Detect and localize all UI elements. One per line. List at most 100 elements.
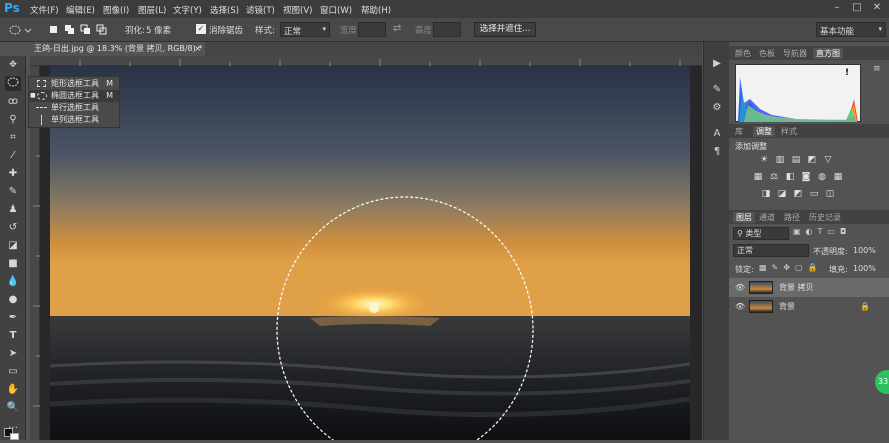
eyedropper-tool-icon[interactable]: ⁄ [5, 148, 21, 163]
maximize-button[interactable]: □ [850, 2, 864, 16]
posterize-icon[interactable]: ◪ [777, 189, 787, 199]
history-brush-tool-icon[interactable]: ↺ [5, 220, 21, 235]
color-balance-icon[interactable]: ⚖ [769, 172, 779, 182]
style-select[interactable]: 正常 ▾ [280, 22, 330, 37]
rect-marquee-item[interactable]: 矩形选框工具 M [29, 78, 119, 90]
shape-tool-icon[interactable]: ▭ [5, 364, 21, 379]
minimize-button[interactable]: – [830, 2, 844, 16]
menu-filter[interactable]: 滤镜(T) [246, 4, 275, 16]
tab-paths[interactable]: 路径 [784, 212, 800, 223]
tab-layers[interactable]: 图层 [733, 212, 755, 223]
fill-value[interactable]: 100% [853, 264, 876, 273]
visibility-eye-icon[interactable]: 👁 [735, 283, 745, 292]
tab-swatches[interactable]: 色板 [759, 48, 775, 59]
sunrise-photo [50, 66, 690, 440]
move-tool-icon[interactable]: ✥ [5, 58, 21, 73]
properties-icon[interactable]: ⚙ [710, 102, 724, 116]
clone-stamp-tool-icon[interactable]: ♟ [5, 202, 21, 217]
select-and-mask-button[interactable]: 选择并遮住... [474, 22, 536, 37]
tab-channels[interactable]: 通道 [759, 212, 775, 223]
hand-tool-icon[interactable]: ✋ [5, 382, 21, 397]
lock-icons[interactable]: ▩✎✥▢🔒 [759, 263, 822, 272]
eraser-tool-icon[interactable]: ◪ [5, 238, 21, 253]
layer-row[interactable]: 👁 背景 🔒 [729, 297, 889, 316]
workspace-select[interactable]: 基本功能 ▾ [816, 22, 886, 37]
visibility-eye-icon[interactable]: 👁 [735, 302, 745, 311]
tab-adjustments[interactable]: 调整 [753, 126, 775, 137]
close-window-button[interactable]: ✕ [870, 2, 884, 16]
menu-image[interactable]: 图像(I) [103, 4, 129, 16]
single-col-icon [41, 115, 42, 125]
blend-mode-select[interactable]: 正常 [733, 244, 809, 257]
curves-icon[interactable]: ▤ [791, 155, 801, 165]
brush-preset-icon[interactable]: ✎ [710, 84, 724, 98]
single-row-marquee-item[interactable]: 单行选框工具 [29, 102, 119, 114]
menu-edit[interactable]: 编辑(E) [66, 4, 95, 16]
menu-view[interactable]: 视图(V) [283, 4, 312, 16]
floating-badge[interactable]: 33 [875, 370, 889, 394]
gradient-tool-icon[interactable]: ■ [5, 256, 21, 271]
paragraph-icon[interactable]: ¶ [710, 146, 724, 160]
gradient-map-icon[interactable]: ▭ [809, 189, 819, 199]
blur-tool-icon[interactable]: 💧 [5, 274, 21, 289]
elliptical-marquee-preset-icon[interactable] [8, 23, 32, 37]
height-input[interactable] [433, 22, 461, 37]
menu-type[interactable]: 文字(Y) [173, 4, 202, 16]
tab-libraries[interactable]: 库 [735, 126, 743, 137]
single-col-marquee-item[interactable]: 单列选框工具 [29, 114, 119, 126]
background-color-swatch[interactable] [10, 433, 19, 440]
exposure-icon[interactable]: ◩ [807, 155, 817, 165]
healing-brush-tool-icon[interactable]: ✚ [5, 166, 21, 181]
brightness-icon[interactable]: ☀ [759, 155, 769, 165]
selective-color-icon[interactable]: ◫ [825, 189, 835, 199]
document-tab[interactable]: 王鸽-日出.jpg @ 18.3% (背景 拷贝, RGB/8) * × [30, 42, 205, 56]
color-lookup-icon[interactable]: ▦ [833, 172, 843, 182]
document-image[interactable] [50, 66, 690, 440]
type-tool-icon[interactable]: T [5, 328, 21, 343]
pen-tool-icon[interactable]: ✒ [5, 310, 21, 325]
tab-history[interactable]: 历史记录 [809, 212, 841, 223]
black-white-icon[interactable]: ◧ [785, 172, 795, 182]
menu-file[interactable]: 文件(F) [30, 4, 59, 16]
tab-close-icon[interactable]: × [194, 42, 201, 56]
selection-mode-icons[interactable] [48, 23, 110, 37]
tab-color[interactable]: 颜色 [735, 48, 751, 59]
photo-filter-icon[interactable]: ◙ [801, 172, 811, 182]
brush-tool-icon[interactable]: ✎ [5, 184, 21, 199]
layer-filter-select[interactable]: ⚲ 类型 [733, 227, 789, 240]
width-input[interactable] [358, 22, 386, 37]
antialias-checkbox[interactable]: ✓ [196, 24, 206, 34]
path-selection-tool-icon[interactable]: ➤ [5, 346, 21, 361]
channel-mixer-icon[interactable]: ◍ [817, 172, 827, 182]
tab-histogram[interactable]: 直方图 [813, 48, 843, 59]
hue-saturation-icon[interactable]: ▦ [753, 172, 763, 182]
dodge-tool-icon[interactable]: ● [5, 292, 21, 307]
menu-layer[interactable]: 图层(L) [138, 4, 166, 16]
vibrance-icon[interactable]: ▽ [823, 155, 833, 165]
lasso-tool-icon[interactable]: ꝏ [5, 94, 21, 109]
zoom-tool-icon[interactable]: 🔍 [5, 400, 21, 415]
menu-window[interactable]: 窗口(W) [320, 4, 352, 16]
quick-selection-tool-icon[interactable]: ⚲ [5, 112, 21, 127]
tab-styles[interactable]: 样式 [781, 126, 797, 137]
invert-icon[interactable]: ◨ [761, 189, 771, 199]
character-icon[interactable]: A [710, 128, 724, 142]
play-icon[interactable]: ▶ [710, 58, 724, 72]
levels-icon[interactable]: ▥ [775, 155, 785, 165]
tab-navigator[interactable]: 导航器 [783, 48, 807, 59]
elliptical-marquee-tool-icon[interactable] [5, 76, 21, 91]
layer-filter-icons[interactable]: ▣◐T▭◘ [793, 227, 887, 240]
crop-tool-icon[interactable]: ⌗ [5, 130, 21, 145]
swap-icon[interactable]: ⇄ [393, 23, 401, 34]
menu-help[interactable]: 帮助(H) [361, 4, 391, 16]
panel-menu-icon[interactable]: ≡ [873, 64, 881, 74]
threshold-icon[interactable]: ◩ [793, 189, 803, 199]
opacity-value[interactable]: 100% [853, 246, 876, 255]
canvas-area[interactable] [40, 66, 702, 440]
menu-select[interactable]: 选择(S) [210, 4, 239, 16]
histogram-warning-icon[interactable]: ! [845, 68, 849, 78]
horizontal-ruler [30, 56, 702, 66]
layer-row[interactable]: 👁 背景 拷贝 [729, 278, 889, 297]
feather-input[interactable]: 5 像素 [146, 24, 171, 36]
ellipse-marquee-item[interactable]: ■ 椭圆选框工具 M [29, 90, 119, 102]
